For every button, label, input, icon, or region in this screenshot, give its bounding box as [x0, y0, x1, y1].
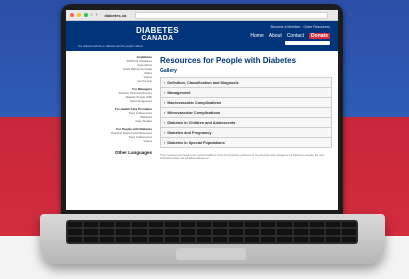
browser-toolbar: ‹ › diabetes.ca	[66, 10, 338, 21]
accordion-label: Microvascular Complications	[167, 110, 221, 115]
nav-about[interactable]: About	[269, 33, 282, 39]
footnote-text: These resources are based on the recomme…	[160, 154, 325, 161]
page-title: Resources for People with Diabetes	[160, 56, 297, 65]
page-content: Guidelines 2018 Full Guidelines Appendic…	[66, 51, 338, 160]
chevron-right-icon: ›	[164, 110, 166, 115]
gallery-heading: Gallery	[160, 68, 177, 74]
chevron-right-icon: ›	[164, 90, 166, 95]
chevron-right-icon: ›	[164, 120, 166, 125]
sidebar-link[interactable]: Case Studies	[72, 119, 152, 123]
donate-button[interactable]: Donate	[309, 33, 330, 39]
accordion-item[interactable]: › Macrovascular Complications	[161, 98, 331, 108]
chevron-right-icon: ›	[164, 130, 166, 135]
address-bar-url[interactable]: diabetes.ca	[104, 13, 126, 18]
nav-home[interactable]: Home	[250, 33, 263, 39]
maximize-window-icon[interactable]	[84, 13, 88, 17]
logo-line-1: DIABETES	[136, 26, 179, 35]
chevron-right-icon: ›	[164, 140, 166, 145]
site-tagline: The national authority on diabetes and t…	[78, 45, 143, 48]
close-window-icon[interactable]	[70, 13, 74, 17]
accordion-label: Definition, Classification and Diagnosis	[167, 80, 239, 85]
address-bar[interactable]	[135, 11, 328, 19]
accordion-item[interactable]: › Diabetes in Special Populations	[161, 138, 331, 148]
sidebar-link[interactable]: Self-management	[72, 99, 152, 103]
back-arrow-icon[interactable]: ‹	[91, 12, 93, 18]
other-languages-link[interactable]: Other Languages	[72, 150, 152, 155]
accordion-label: Macrovascular Complications	[167, 100, 222, 105]
trackpad	[176, 248, 246, 260]
diabetes-canada-logo[interactable]: DIABETES CANADA	[136, 26, 179, 43]
search-input[interactable]	[285, 41, 330, 45]
site-header: DIABETES CANADA The national authority o…	[66, 21, 338, 51]
nav-contact[interactable]: Contact	[287, 33, 304, 39]
forward-arrow-icon[interactable]: ›	[96, 12, 98, 18]
chevron-right-icon: ›	[164, 80, 166, 85]
laptop-screen: ‹ › diabetes.ca DIABETES CANADA The nati…	[66, 10, 338, 210]
keyboard	[66, 220, 358, 244]
accordion-label: Diabetes and Pregnancy	[167, 130, 212, 135]
sidebar: Guidelines 2018 Full Guidelines Appendic…	[72, 55, 160, 160]
accordion-item[interactable]: › Management	[161, 88, 331, 98]
accordion-label: Management	[167, 90, 191, 95]
accordion-item[interactable]: › Diabetes in Children and Adolescents	[161, 118, 331, 128]
main-navigation: Home About Contact Donate	[250, 33, 330, 39]
sidebar-link[interactable]: Get the App	[72, 79, 152, 83]
accordion: › Definition, Classification and Diagnosi…	[160, 77, 332, 148]
accordion-label: Diabetes in Children and Adolescents	[167, 120, 236, 125]
utility-links[interactable]: Become a Member · Order Resources	[271, 25, 330, 29]
main-content: Resources for People with Diabetes Galle…	[160, 55, 332, 160]
accordion-item[interactable]: › Microvascular Complications	[161, 108, 331, 118]
sidebar-link[interactable]: Videos	[72, 139, 152, 143]
accordion-item[interactable]: › Definition, Classification and Diagnosi…	[161, 78, 331, 88]
minimize-window-icon[interactable]	[77, 13, 81, 17]
accordion-label: Diabetes in Special Populations	[167, 140, 225, 145]
logo-line-2: CANADA	[141, 35, 174, 42]
accordion-item[interactable]: › Diabetes and Pregnancy	[161, 128, 331, 138]
chevron-right-icon: ›	[164, 100, 166, 105]
